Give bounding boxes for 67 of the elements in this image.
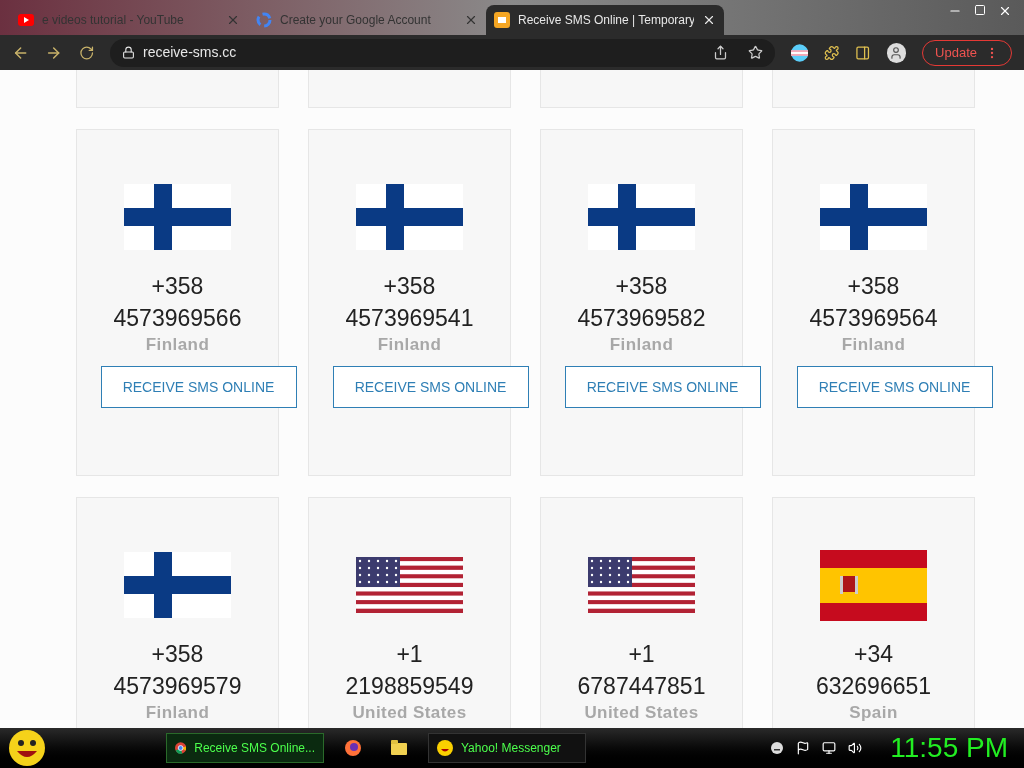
flag-icon bbox=[356, 184, 463, 250]
clock: 11:55 PM bbox=[890, 731, 1009, 765]
share-icon[interactable] bbox=[712, 45, 728, 60]
country-code: +358 bbox=[847, 272, 900, 301]
url-text: receive-sms.cc bbox=[143, 43, 238, 62]
country-code: +1 bbox=[628, 640, 655, 669]
reload-icon[interactable] bbox=[78, 44, 94, 61]
tab-title: Create your Google Account bbox=[280, 12, 432, 29]
smiley-icon[interactable] bbox=[8, 729, 46, 767]
maximize-icon[interactable] bbox=[974, 4, 986, 16]
taskbar-button[interactable]: Yahoo! Messenger bbox=[428, 733, 586, 763]
flag-icon[interactable] bbox=[796, 741, 811, 755]
flag-icon bbox=[820, 184, 927, 250]
puzzle-icon[interactable] bbox=[824, 44, 840, 61]
flag-icon bbox=[124, 184, 231, 250]
folder-icon bbox=[391, 740, 407, 756]
flag-icon bbox=[588, 184, 695, 250]
tab-title: Receive SMS Online | Temporary bbox=[518, 12, 694, 29]
phone-number: 4573969582 bbox=[577, 304, 706, 333]
browser-tab[interactable]: Receive SMS Online | Temporary bbox=[486, 5, 724, 35]
country-code: +34 bbox=[854, 640, 893, 669]
message-icon bbox=[494, 12, 510, 28]
receive-sms-button[interactable]: RECEIVE SMS ONLINE bbox=[564, 366, 761, 408]
play-icon bbox=[18, 14, 34, 26]
close-icon[interactable] bbox=[702, 13, 716, 27]
country-name: United States bbox=[584, 702, 699, 724]
profile-flag-icon[interactable] bbox=[790, 43, 809, 62]
country-code: +358 bbox=[383, 272, 436, 301]
network-icon[interactable] bbox=[822, 741, 837, 755]
receive-sms-button[interactable]: RECEIVE SMS ONLINE bbox=[332, 366, 529, 408]
country-name: Finland bbox=[145, 334, 210, 356]
phone-number: 6787447851 bbox=[577, 672, 706, 701]
side-panel-icon[interactable] bbox=[855, 44, 871, 61]
speaker-icon[interactable] bbox=[848, 741, 863, 755]
flag-icon bbox=[356, 557, 463, 613]
lock-icon bbox=[122, 46, 135, 59]
country-name: Finland bbox=[841, 334, 906, 356]
star-icon[interactable] bbox=[747, 45, 763, 60]
country-name: Spain bbox=[849, 702, 898, 724]
receive-sms-button[interactable]: RECEIVE SMS ONLINE bbox=[796, 366, 993, 408]
phone-number: 632696651 bbox=[815, 672, 932, 701]
face-icon[interactable] bbox=[770, 741, 785, 755]
country-code: +358 bbox=[151, 272, 204, 301]
phone-number: 4573969541 bbox=[345, 304, 474, 333]
taskbar-button[interactable]: Receive SMS Online... bbox=[166, 733, 324, 763]
browser-icon bbox=[175, 741, 187, 755]
flag-icon bbox=[820, 549, 927, 621]
country-name: Finland bbox=[609, 334, 674, 356]
receive-sms-button[interactable]: RECEIVE SMS ONLINE bbox=[100, 366, 297, 408]
country-name: Finland bbox=[145, 702, 210, 724]
smiley-icon bbox=[437, 740, 453, 756]
country-name: United States bbox=[352, 702, 467, 724]
phone-number: 4573969566 bbox=[113, 304, 242, 333]
phone-number: 4573969579 bbox=[113, 672, 242, 701]
tab-title: e videos tutorial - YouTube bbox=[42, 12, 185, 29]
browser-tab[interactable]: Create your Google Account bbox=[248, 5, 486, 35]
address-bar[interactable]: receive-sms.cc bbox=[110, 38, 775, 67]
country-code: +358 bbox=[615, 272, 668, 301]
country-code: +1 bbox=[396, 640, 423, 669]
avatar-icon[interactable] bbox=[886, 42, 907, 63]
phone-number: 2198859549 bbox=[345, 672, 474, 701]
close-icon[interactable] bbox=[998, 4, 1012, 18]
country-code: +358 bbox=[151, 640, 204, 669]
flag-icon bbox=[124, 552, 231, 618]
flag-icon bbox=[588, 557, 695, 613]
phone-number: 4573969564 bbox=[809, 304, 938, 333]
country-name: Finland bbox=[377, 334, 442, 356]
